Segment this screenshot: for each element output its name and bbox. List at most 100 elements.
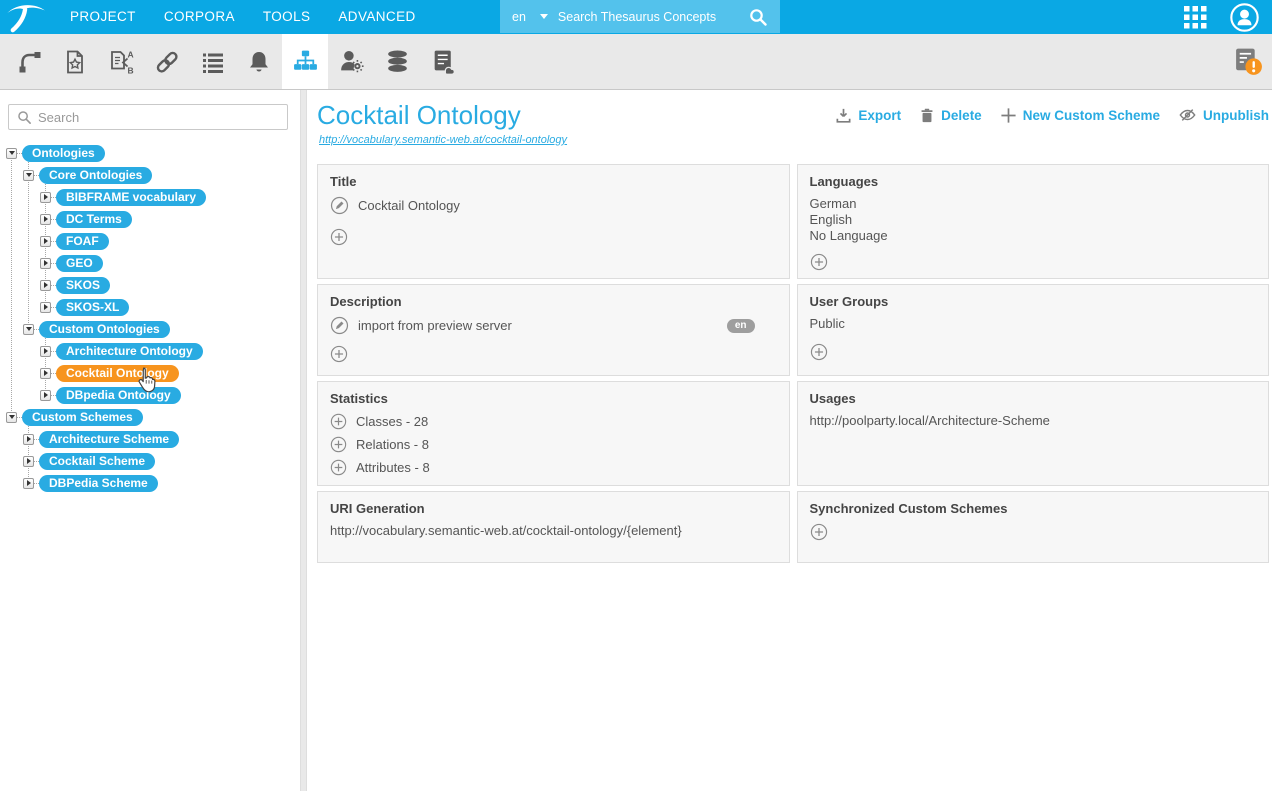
expand-toggle-icon[interactable] <box>40 368 51 379</box>
connection-curve-icon[interactable] <box>6 34 52 89</box>
apps-grid-button[interactable] <box>1184 6 1207 29</box>
tree-node-ontologies[interactable]: Ontologies <box>22 145 105 162</box>
uri-generation-card: URI Generation http://vocabulary.semanti… <box>317 491 790 563</box>
expand-statistic-button[interactable] <box>330 459 347 476</box>
menu-corpora[interactable]: CORPORA <box>164 0 235 34</box>
add-language-button[interactable] <box>810 253 828 271</box>
expand-toggle-icon[interactable] <box>40 258 51 269</box>
poolparty-logo[interactable] <box>0 0 52 34</box>
new-custom-scheme-button[interactable]: New Custom Scheme <box>1000 107 1160 124</box>
collapse-toggle-icon[interactable] <box>23 324 34 335</box>
statistics-card: Statistics Classes - 28 <box>317 381 790 486</box>
export-button[interactable]: Export <box>835 107 901 124</box>
user-avatar-icon <box>1229 2 1260 33</box>
document-star-icon[interactable] <box>52 34 98 89</box>
collapse-toggle-icon[interactable] <box>6 412 17 423</box>
tree-node-geo[interactable]: GEO <box>56 255 103 272</box>
tree-node-bibframe-vocabulary[interactable]: BIBFRAME vocabulary <box>56 189 206 206</box>
expand-toggle-icon[interactable] <box>40 236 51 247</box>
export-label: Export <box>858 108 901 123</box>
tree-node-skos-xl[interactable]: SKOS-XL <box>56 299 129 316</box>
panel-splitter[interactable] <box>300 90 307 791</box>
tree-item-architecture-scheme: Architecture Scheme <box>0 428 300 450</box>
expand-toggle-icon[interactable] <box>40 214 51 225</box>
list-icon[interactable] <box>190 34 236 89</box>
user-groups-card-heading: User Groups <box>810 294 1257 309</box>
description-card: Description import from preview server e… <box>317 284 790 376</box>
database-icon[interactable] <box>374 34 420 89</box>
ontology-sidebar: Ontologies Core Ontologies BIBFRAME vocabu… <box>0 90 300 791</box>
edit-description-button[interactable] <box>330 316 349 335</box>
tree-node-custom-ontologies[interactable]: Custom Ontologies <box>39 321 170 338</box>
ontology-uri-link[interactable]: http://vocabulary.semantic-web.at/cockta… <box>319 134 567 146</box>
tree-item-architecture-ontology: Architecture Ontology <box>0 340 300 362</box>
search-language-dropdown[interactable]: en <box>500 0 558 33</box>
thesaurus-search-input[interactable] <box>558 10 744 24</box>
tree-node-skos[interactable]: SKOS <box>56 277 110 294</box>
user-settings-icon[interactable] <box>328 34 374 89</box>
user-menu-button[interactable] <box>1229 2 1260 33</box>
statistics-row: Attributes - 8 <box>330 459 777 476</box>
usages-card: Usages http://poolparty.local/Architectu… <box>797 381 1270 486</box>
link-icon[interactable] <box>144 34 190 89</box>
expand-toggle-icon[interactable] <box>23 456 34 467</box>
plus-circle-icon <box>330 413 347 430</box>
tree-node-architecture-scheme[interactable]: Architecture Scheme <box>39 431 179 448</box>
module-toolbar: A B <box>0 34 1272 90</box>
languages-card-heading: Languages <box>810 174 1257 189</box>
trash-icon <box>919 107 935 124</box>
report-warning-button[interactable] <box>1233 46 1264 77</box>
tree-node-core-ontologies[interactable]: Core Ontologies <box>39 167 152 184</box>
statistic-value: Relations - 8 <box>356 437 429 452</box>
unpublish-label: Unpublish <box>1203 108 1269 123</box>
expand-toggle-icon[interactable] <box>23 478 34 489</box>
document-ab-compare-icon[interactable]: A B <box>98 34 144 89</box>
menu-project[interactable]: PROJECT <box>70 0 136 34</box>
download-icon <box>835 107 852 124</box>
synchronized-custom-schemes-card: Synchronized Custom Schemes <box>797 491 1270 563</box>
sitemap-icon[interactable] <box>282 34 328 89</box>
expand-toggle-icon[interactable] <box>40 280 51 291</box>
expand-toggle-icon[interactable] <box>23 434 34 445</box>
user-groups-list: Public <box>810 316 1257 332</box>
statistics-row: Classes - 28 <box>330 413 777 430</box>
expand-toggle-icon[interactable] <box>40 302 51 313</box>
search-icon <box>17 110 32 125</box>
collapse-toggle-icon[interactable] <box>23 170 34 181</box>
tree-node-cocktail-ontology[interactable]: Cocktail Ontology <box>56 365 179 382</box>
tree-node-dbpedia-scheme[interactable]: DBPedia Scheme <box>39 475 158 492</box>
search-submit-button[interactable] <box>744 7 780 27</box>
header-actions: Export Delete New Custom Scheme <box>835 106 1269 124</box>
expand-toggle-icon[interactable] <box>40 192 51 203</box>
add-user-group-button[interactable] <box>810 343 828 361</box>
tree-node-foaf[interactable]: FOAF <box>56 233 109 250</box>
collapse-toggle-icon[interactable] <box>6 148 17 159</box>
tree-node-custom-schemes[interactable]: Custom Schemes <box>22 409 143 426</box>
tree-node-architecture-ontology[interactable]: Architecture Ontology <box>56 343 203 360</box>
sidebar-search-box <box>8 104 288 130</box>
add-description-button[interactable] <box>330 345 348 363</box>
detail-cards: Title Cocktail Ontology <box>317 164 1269 563</box>
language-item: German <box>810 196 1257 212</box>
menu-tools[interactable]: TOOLS <box>263 0 311 34</box>
delete-button[interactable]: Delete <box>919 107 982 124</box>
unpublish-button[interactable]: Unpublish <box>1178 106 1269 124</box>
server-cloud-icon[interactable] <box>420 34 466 89</box>
add-title-button[interactable] <box>330 228 348 246</box>
expand-toggle-icon[interactable] <box>40 346 51 357</box>
edit-title-button[interactable] <box>330 196 349 215</box>
tree-item-custom-schemes: Custom Schemes <box>0 406 300 428</box>
sidebar-search-input[interactable] <box>38 110 279 125</box>
sync-schemes-card-heading: Synchronized Custom Schemes <box>810 501 1257 516</box>
tree-node-dbpedia-ontology[interactable]: DBpedia Ontology <box>56 387 181 404</box>
add-synchronized-scheme-button[interactable] <box>810 523 828 541</box>
eye-slash-icon <box>1178 106 1197 124</box>
tree-node-dc-terms[interactable]: DC Terms <box>56 211 132 228</box>
bell-icon[interactable] <box>236 34 282 89</box>
svg-text:A: A <box>128 49 134 59</box>
menu-advanced[interactable]: ADVANCED <box>338 0 415 34</box>
tree-node-cocktail-scheme[interactable]: Cocktail Scheme <box>39 453 155 470</box>
expand-statistic-button[interactable] <box>330 436 347 453</box>
expand-statistic-button[interactable] <box>330 413 347 430</box>
expand-toggle-icon[interactable] <box>40 390 51 401</box>
